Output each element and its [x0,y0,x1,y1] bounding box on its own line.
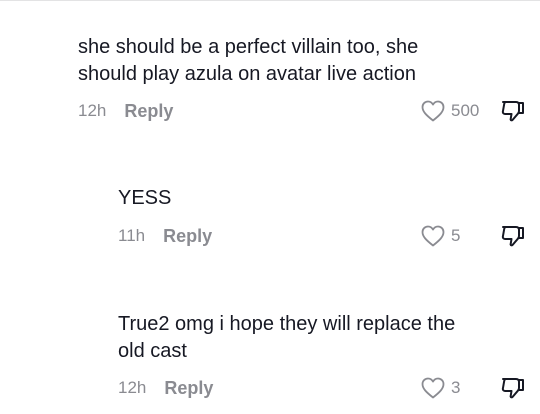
like-button[interactable]: 500 [421,99,479,123]
thumb-down-icon [501,226,524,247]
reply-button[interactable]: Reply [124,101,173,122]
heart-outline-icon [421,377,445,399]
divider [0,0,540,1]
heart-outline-icon [421,225,445,247]
like-button[interactable]: 3 [421,376,460,400]
dislike-button[interactable] [500,223,526,249]
comment-timestamp: 12h [78,101,107,120]
reply-button[interactable]: Reply [164,378,213,399]
reply-button[interactable]: Reply [163,226,212,247]
comment-timestamp: 11h [118,226,146,245]
comment-timestamp: 12h [118,378,147,397]
comment-meta: 11h Reply [118,224,212,248]
like-button[interactable]: 5 [421,224,460,248]
thumb-down-icon [501,101,524,122]
dislike-button[interactable] [500,375,526,401]
dislike-button[interactable] [500,98,526,124]
comment-text: True2 omg i hope they will replace the o… [118,311,455,365]
heart-outline-icon [421,100,445,122]
comment-text: she should be a perfect villain too, she… [78,34,418,88]
like-count: 500 [451,101,480,120]
comment-meta: 12h Reply [78,99,173,123]
comment-meta: 12h Reply [118,376,213,400]
like-count: 5 [451,226,461,245]
comment-text-line: old cast [118,340,187,362]
like-count: 3 [451,378,461,397]
comment-text-line: YESS [118,187,172,209]
comment-text: YESS [118,185,171,212]
comment-text-line: she should be a perfect villain too, she [78,36,419,58]
comment-text-line: True2 omg i hope they will replace the [118,313,456,335]
thumb-down-icon [501,378,524,399]
comment-text-line: should play azula on avatar live action [78,63,416,85]
